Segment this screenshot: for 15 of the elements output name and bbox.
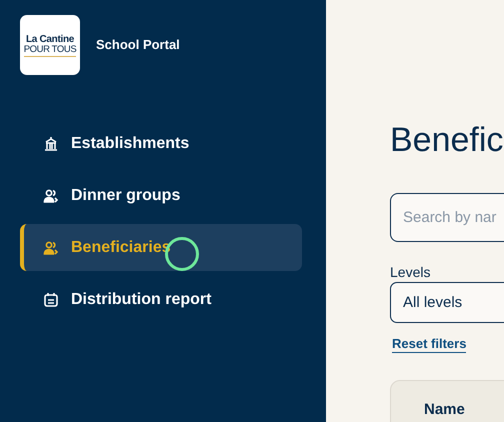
users-icon [43, 188, 59, 204]
nav-item[interactable]: Distribution report [20, 276, 302, 323]
app-name: School Portal [96, 36, 180, 52]
page-title: Benefic [390, 120, 504, 161]
logo: La Cantine POUR TOUS [20, 15, 80, 75]
search-field[interactable]: Search by nar [390, 193, 504, 242]
nav-item[interactable]: Dinner groups [20, 172, 302, 219]
levels-select[interactable]: All levels [390, 282, 504, 323]
levels-label: Levels [390, 264, 432, 280]
building-icon [43, 136, 59, 152]
users-icon [43, 240, 59, 256]
reset-filters-link[interactable]: Reset filters [392, 336, 466, 353]
column-header: Name [424, 401, 465, 418]
nav-item[interactable]: Establishments [20, 120, 302, 167]
calendar-icon [43, 292, 59, 308]
